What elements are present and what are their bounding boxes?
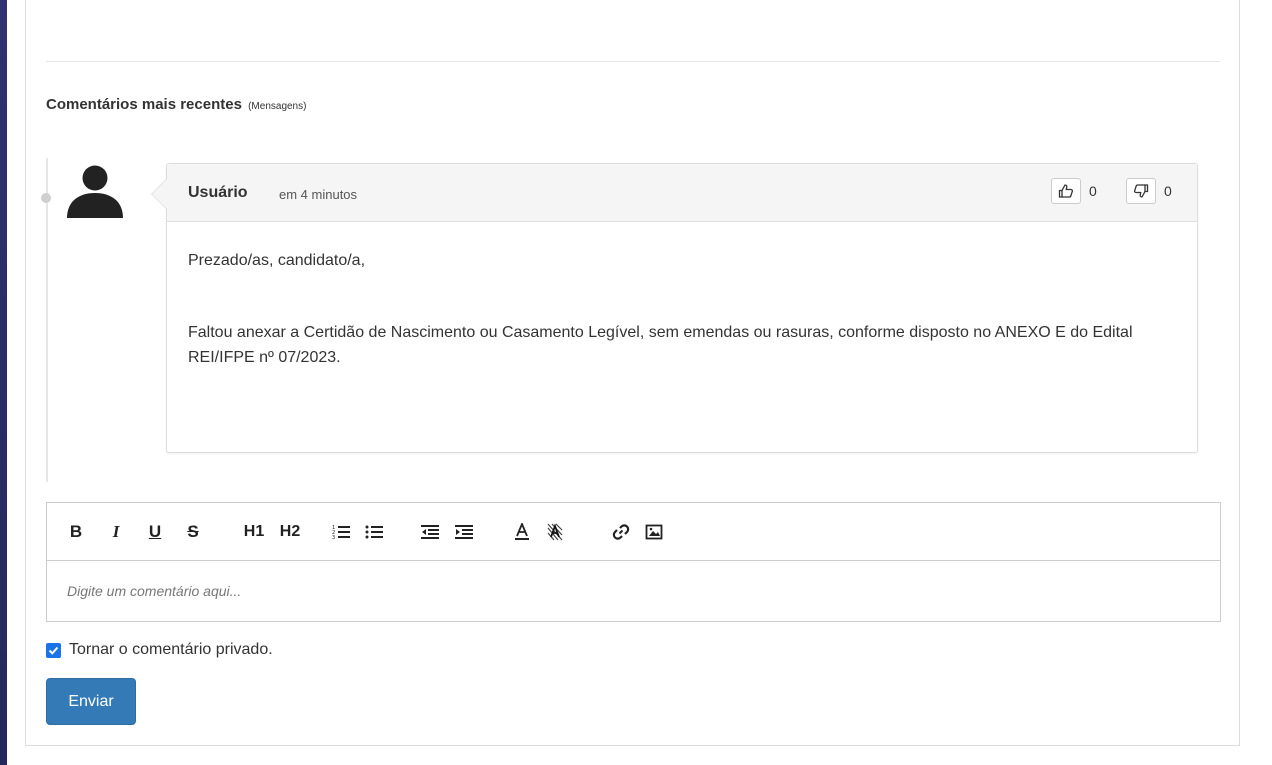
strikethrough-button[interactable]: S [186, 522, 200, 542]
comment-header: Usuário em 4 minutos 0 0 [167, 164, 1197, 222]
heading1-button[interactable]: H1 [242, 522, 266, 542]
timeline-line [46, 158, 48, 482]
comment-greeting: Prezado/as, candidato/a, [188, 252, 366, 269]
svg-text:3: 3 [332, 535, 335, 541]
background-left [0, 0, 7, 765]
bullet-list-icon [365, 525, 383, 539]
image-icon [645, 524, 663, 540]
dislike-group: 0 [1126, 178, 1172, 204]
thumbs-down-icon [1133, 184, 1149, 198]
like-group: 0 [1051, 178, 1097, 204]
comment-author: Usuário [188, 184, 248, 201]
text-color-icon [515, 523, 529, 540]
user-avatar-icon [67, 165, 123, 218]
comment-card: Usuário em 4 minutos 0 0 Prezado/as, can… [151, 163, 1198, 453]
comment-body: Prezado/as, candidato/a, Faltou anexar a… [167, 222, 1197, 370]
image-button[interactable] [645, 522, 663, 542]
ordered-list-icon: 1 2 3 [332, 525, 350, 541]
comments-frame: Comentários mais recentes (Mensagens) Us… [25, 0, 1240, 746]
section-title: Comentários mais recentes (Mensagens) [46, 96, 306, 113]
link-button[interactable] [612, 522, 630, 542]
comment-time: em 4 minutos [279, 187, 358, 202]
private-checkbox[interactable] [46, 642, 61, 658]
heading2-button[interactable]: H2 [278, 522, 302, 542]
comment-input[interactable] [47, 561, 1220, 621]
like-button[interactable] [1051, 178, 1081, 204]
outdent-icon [421, 525, 439, 539]
link-icon [612, 524, 630, 540]
dislike-button[interactable] [1126, 178, 1156, 204]
bullet-list-button[interactable] [365, 522, 383, 542]
bold-button[interactable]: B [69, 522, 83, 542]
comment-pointer-fill [152, 179, 167, 209]
private-option: Tornar o comentário privado. [46, 641, 273, 659]
highlight-icon [547, 523, 563, 541]
comment-editor: B I U S H1 H2 1 2 3 [46, 502, 1221, 622]
timeline-dot [41, 193, 51, 203]
send-button[interactable]: Enviar [46, 678, 136, 725]
dislike-count: 0 [1164, 183, 1172, 199]
ordered-list-button[interactable]: 1 2 3 [332, 522, 350, 542]
like-count: 0 [1089, 183, 1097, 199]
outdent-button[interactable] [421, 522, 439, 542]
highlight-color-button[interactable] [546, 522, 564, 542]
editor-toolbar: B I U S H1 H2 1 2 3 [47, 503, 1220, 561]
section-subtitle: (Mensagens) [248, 101, 307, 112]
thumbs-up-icon [1058, 184, 1074, 198]
indent-button[interactable] [455, 522, 473, 542]
indent-icon [455, 525, 473, 539]
underline-button[interactable]: U [148, 522, 162, 542]
italic-button[interactable]: I [109, 522, 123, 542]
checkmark-icon [48, 646, 59, 655]
comment-message: Faltou anexar a Certidão de Nascimento o… [188, 324, 1133, 366]
text-color-button[interactable] [513, 522, 531, 542]
section-title-text: Comentários mais recentes [46, 96, 242, 113]
content-panel: Comentários mais recentes (Mensagens) Us… [7, 0, 1272, 765]
private-label: Tornar o comentário privado. [69, 641, 273, 658]
divider [46, 61, 1220, 62]
